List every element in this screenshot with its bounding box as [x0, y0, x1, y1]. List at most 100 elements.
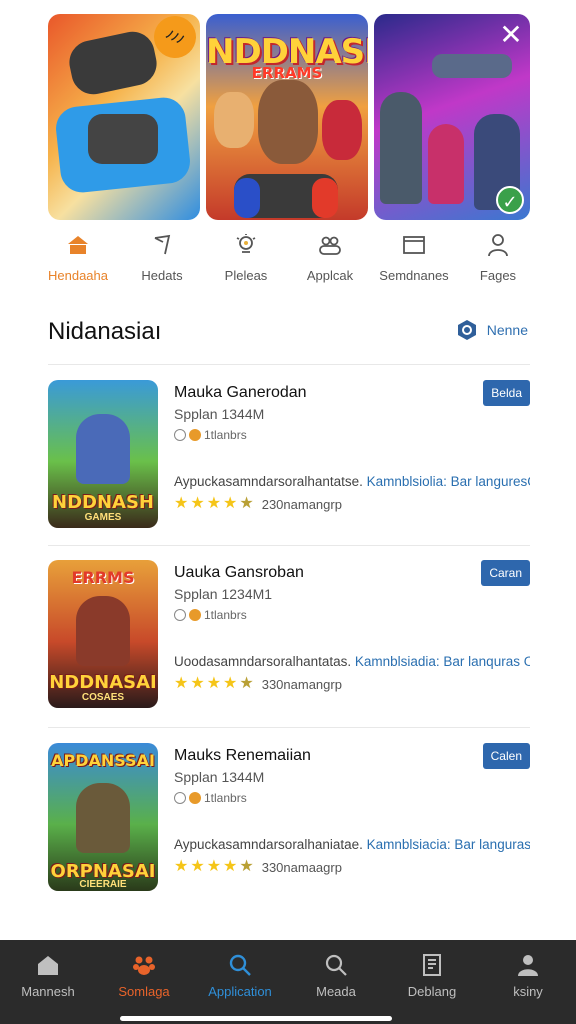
home-indicator[interactable]	[120, 1016, 392, 1021]
list-item[interactable]: ERRMS NDDNASAI COSAES Uauka Gansroban Sp…	[48, 560, 530, 710]
app-stats-text: 1tlanbrs	[204, 608, 247, 622]
star-icon: ★	[206, 675, 222, 692]
badge-icon	[189, 429, 201, 441]
description-link[interactable]: Kamnblsiolia: Bar languresO...	[367, 474, 530, 489]
app-name: Mauks Renemaiian	[174, 747, 311, 764]
star-icon: ★	[190, 858, 205, 875]
star-icon: ★	[223, 495, 238, 512]
divider	[48, 364, 530, 365]
nav-label: ksiny	[513, 984, 543, 999]
home-icon	[38, 956, 58, 975]
home-icon	[68, 236, 88, 254]
section-more-button[interactable]: Nenne	[455, 318, 528, 342]
description-link[interactable]: Kamnblsiacia: Bar languras0...	[367, 837, 530, 852]
description-text: Aypuckasamndarsoralhantatse.	[174, 474, 367, 489]
category-row: Hendaaha Hedats Pleleas Applcak Semdnane…	[36, 232, 540, 292]
category-semdnanes[interactable]: Semdnanes	[372, 232, 456, 292]
description-text: Aypuckasamndarsoralhaniatae.	[174, 837, 367, 852]
copyright-icon	[174, 609, 186, 621]
app-meta: Spplan 1234M1	[174, 586, 273, 602]
banner-panel-squad[interactable]: ✕ ✓	[374, 14, 530, 220]
app-action-button[interactable]: Belda	[483, 380, 530, 406]
bulb-icon	[236, 234, 256, 253]
nav-label: Deblang	[407, 984, 457, 999]
app-description: Aypuckasamndarsoralhantatse. Kamnblsioli…	[174, 474, 530, 489]
app-description: Aypuckasamndarsoralhaniatae. Kamnblsiaci…	[174, 837, 530, 852]
banner-panel-featured[interactable]: NDDNASH ERRAMS	[206, 14, 368, 220]
thumb-top-title: APDANSSAI	[51, 751, 155, 770]
paw-icon	[133, 956, 155, 975]
star-icon: ★	[206, 858, 222, 875]
app-thumbnail: APDANSSAI ORPNASAI CIEERAIE	[48, 743, 158, 891]
app-thumbnail: NDDNASH GAMES	[48, 380, 158, 528]
nav-item-home[interactable]: Mannesh	[3, 952, 93, 1024]
category-fages[interactable]: Fages	[456, 232, 540, 292]
list-item[interactable]: APDANSSAI ORPNASAI CIEERAIE Mauks Renema…	[48, 743, 530, 893]
rating-count: 330namaagrp	[261, 859, 342, 875]
description-text: Uoodasamndarsoralhantatas.	[174, 654, 355, 669]
search-icon	[325, 954, 347, 976]
character-figure	[322, 100, 362, 160]
divider	[48, 545, 530, 546]
category-pleleas[interactable]: Pleleas	[204, 232, 288, 292]
star-icon: ★	[190, 495, 205, 512]
nav-item-deblang[interactable]: Deblang	[387, 952, 477, 1024]
category-label: Fages	[479, 268, 517, 283]
character-figure	[76, 596, 130, 666]
nav-item-meada[interactable]: Meada	[291, 952, 381, 1024]
star-icon: ★	[223, 858, 238, 875]
close-icon[interactable]: ✕	[498, 21, 524, 49]
category-applcak[interactable]: Applcak	[288, 232, 372, 292]
thumb-title: NDDNASH	[52, 492, 154, 513]
window-icon	[403, 236, 425, 254]
section-action-label: Nenne	[486, 322, 528, 338]
star-icon: ★	[190, 675, 205, 692]
app-meta: Spplan 1344M	[174, 406, 265, 422]
category-hedats[interactable]: Hedats	[120, 232, 204, 292]
category-label: Applcak	[306, 268, 354, 283]
app-action-button[interactable]: Calen	[482, 743, 530, 769]
document-icon	[423, 954, 441, 976]
description-link[interactable]: Kamnblsiadia: Bar lanquras O...	[355, 654, 530, 669]
thumb-subtitle: COSAES	[81, 692, 125, 703]
nav-item-application[interactable]: Application	[195, 952, 285, 1024]
rating-count: 330namangrp	[261, 676, 342, 692]
character-figure	[380, 92, 422, 204]
rating-count: 230namangrp	[261, 496, 342, 512]
thumb-top-title: ERRMS	[71, 568, 135, 587]
nav-label: Application	[208, 984, 272, 999]
app-stats: 1tlanbrs	[174, 608, 247, 622]
banner-panel-controllers[interactable]: ﾉﾉﾉ	[48, 14, 200, 220]
app-stats-text: 1tlanbrs	[204, 791, 247, 805]
star-half-icon: ★	[239, 495, 254, 512]
category-label: Hendaaha	[48, 268, 108, 283]
star-icon: ★	[174, 858, 189, 875]
controller-image	[88, 114, 158, 164]
airplane-image	[432, 54, 512, 78]
badge-icon	[189, 792, 201, 804]
category-label: Semdnanes	[379, 268, 449, 283]
character-figure	[214, 92, 254, 148]
app-stats: 1tlanbrs	[174, 428, 247, 442]
cursor-icon	[154, 234, 171, 255]
category-label: Pleleas	[224, 268, 268, 283]
nav-item-somlaga[interactable]: Somlaga	[99, 952, 189, 1024]
list-item[interactable]: NDDNASH GAMES Mauka Ganerodan Spplan 134…	[48, 380, 530, 530]
app-meta: Spplan 1344M	[174, 769, 265, 785]
category-home[interactable]: Hendaaha	[36, 232, 120, 292]
app-stats-text: 1tlanbrs	[204, 428, 247, 442]
badge-icon	[189, 609, 201, 621]
nav-item-ksiny[interactable]: ksiny	[483, 952, 573, 1024]
app-name: Uauka Gansroban	[174, 564, 304, 581]
app-action-button[interactable]: Caran	[481, 560, 530, 586]
copyright-icon	[174, 429, 186, 441]
app-name: Mauka Ganerodan	[174, 384, 307, 401]
hero-banner[interactable]: ﾉﾉﾉ NDDNASH ERRAMS ✕ ✓	[48, 14, 530, 220]
bottom-nav: Mannesh Somlaga Application Meada Deblan…	[0, 940, 576, 1024]
nav-label: Mannesh	[21, 984, 75, 999]
nav-label: Somlaga	[118, 984, 170, 999]
category-label: Hedats	[141, 268, 183, 283]
star-icon: ★	[223, 675, 238, 692]
copyright-icon	[174, 792, 186, 804]
check-icon: ✓	[496, 186, 524, 214]
